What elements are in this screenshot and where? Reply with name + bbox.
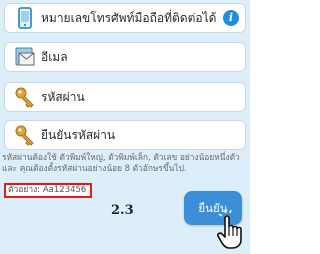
- phone-field[interactable]: หมายเลขโทรศัพท์มือถือที่ติดต่อได้ i: [4, 3, 246, 33]
- phone-field-label: หมายเลขโทรศัพท์มือถือที่ติดต่อได้: [41, 10, 217, 25]
- email-field-label: อีเมล: [41, 49, 68, 64]
- confirm-password-field[interactable]: ยืนยันรหัสผ่าน: [4, 120, 246, 150]
- registration-panel: หมายเลขโทรศัพท์มือถือที่ติดต่อได้ i อีเม…: [0, 0, 250, 254]
- password-field[interactable]: รหัสผ่าน: [4, 82, 246, 112]
- password-hint: รหัสผ่านต้องใช้ ตัวพิมพ์ใหญ่, ตัวพิมพ์เล…: [2, 152, 240, 173]
- confirm-password-field-label: ยืนยันรหัสผ่าน: [41, 127, 116, 142]
- password-example: ตัวอย่าง: Aa123456: [4, 183, 92, 198]
- email-icon: [15, 47, 35, 66]
- hand-cursor-icon: [217, 210, 242, 249]
- step-number: 2.3: [111, 203, 134, 218]
- key-icon: [15, 87, 34, 108]
- email-field[interactable]: อีเมล: [4, 42, 246, 72]
- info-icon[interactable]: i: [223, 10, 239, 26]
- password-field-label: รหัสผ่าน: [41, 89, 85, 104]
- key-icon: [15, 125, 34, 146]
- phone-icon: [18, 7, 32, 29]
